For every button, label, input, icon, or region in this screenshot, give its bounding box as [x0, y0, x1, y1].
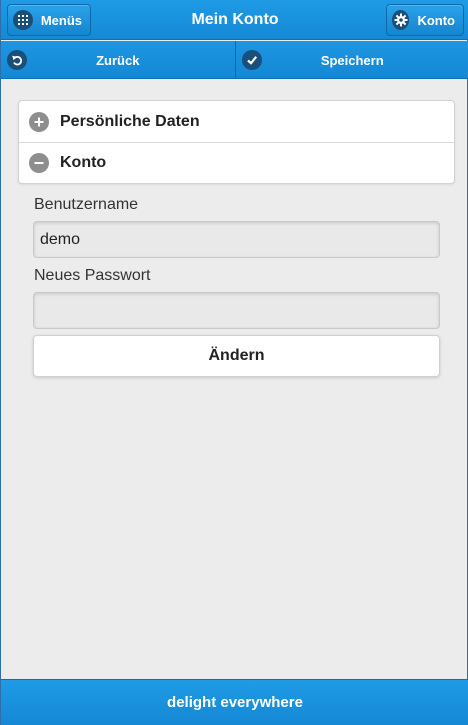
menus-button-label: Menüs — [40, 12, 82, 28]
username-input[interactable] — [33, 221, 440, 258]
konto-button[interactable]: Konto — [386, 4, 464, 36]
collapsible-set: Persönliche Daten Konto — [18, 100, 455, 184]
section-account[interactable]: Konto — [19, 142, 454, 183]
section-personal-data-label: Persönliche Daten — [60, 112, 200, 130]
section-personal-data[interactable]: Persönliche Daten — [19, 101, 454, 142]
save-button[interactable]: Speichern — [234, 41, 468, 79]
save-button-label: Speichern — [320, 52, 384, 68]
back-arrow-icon — [7, 50, 27, 70]
new-password-label: Neues Passwort — [34, 267, 151, 284]
username-label: Benutzername — [34, 196, 139, 213]
footer-bar: delight everywhere — [1, 679, 468, 725]
toolbar: Zurück Speichern — [1, 41, 468, 79]
new-password-input[interactable] — [33, 292, 440, 329]
change-button[interactable]: Ändern — [33, 335, 440, 377]
menus-button[interactable]: Menüs — [7, 4, 91, 36]
back-button-label: Zurück — [96, 52, 140, 68]
section-account-label: Konto — [60, 154, 107, 171]
plus-icon — [29, 111, 49, 132]
header-bar: Mein Konto Menüs Konto — [1, 0, 468, 40]
konto-button-label: Konto — [417, 12, 455, 28]
checkmark-icon — [241, 50, 262, 70]
grid-icon — [13, 10, 33, 30]
minus-icon — [29, 153, 49, 173]
back-button[interactable]: Zurück — [1, 41, 235, 79]
app-frame: Mein Konto Menüs Konto Zurück Speichern … — [0, 0, 468, 725]
gear-icon — [392, 10, 410, 30]
